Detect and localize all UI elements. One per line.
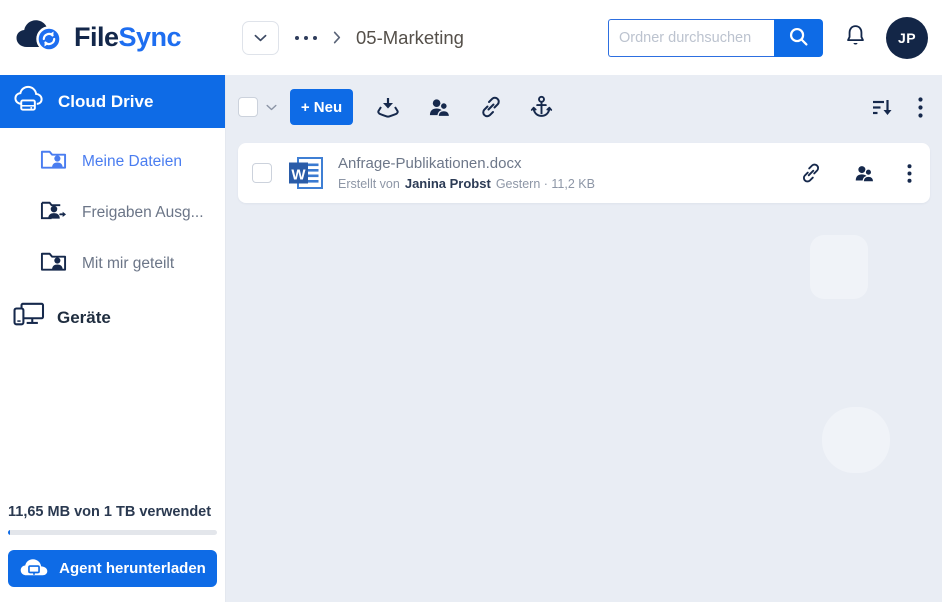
search-bar bbox=[608, 18, 823, 57]
content-area: Cloud Drive Meine Dateien Freigaben Ausg… bbox=[0, 75, 942, 602]
main-panel: + Neu W Anfrage-Publikationen.docx Erste… bbox=[226, 75, 942, 602]
sidebar-item-shared-with-me[interactable]: Mit mir geteilt bbox=[0, 238, 225, 289]
search-icon bbox=[788, 26, 809, 50]
created-by-label: Erstellt von bbox=[338, 177, 400, 191]
sidebar-item-my-files[interactable]: Meine Dateien bbox=[0, 136, 225, 187]
avatar-initials: JP bbox=[897, 29, 917, 46]
search-input[interactable] bbox=[608, 18, 774, 57]
folder-dropdown-button[interactable] bbox=[242, 20, 279, 55]
svg-text:W: W bbox=[291, 167, 306, 184]
sidebar-item-label: Meine Dateien bbox=[82, 152, 182, 170]
file-info: Anfrage-Publikationen.docx Erstellt von … bbox=[338, 155, 595, 191]
toolbar: + Neu bbox=[238, 88, 930, 126]
sidebar-item-label: Geräte bbox=[57, 307, 111, 327]
new-button[interactable]: + Neu bbox=[290, 89, 353, 125]
toolbar-actions bbox=[376, 95, 553, 119]
kebab-icon[interactable] bbox=[907, 163, 912, 183]
chevron-right-icon bbox=[333, 31, 341, 44]
folder-user-icon bbox=[40, 147, 67, 176]
chevron-down-icon bbox=[254, 29, 267, 47]
share-users-icon[interactable] bbox=[427, 96, 452, 119]
cloud-drive-icon bbox=[13, 84, 46, 119]
user-avatar[interactable]: JP bbox=[886, 16, 928, 59]
sidebar-item-label: Cloud Drive bbox=[58, 91, 154, 111]
app-logo[interactable]: FileSync bbox=[0, 16, 226, 59]
sidebar: Cloud Drive Meine Dateien Freigaben Ausg… bbox=[0, 75, 226, 602]
sidebar-footer: 11,65 MB von 1 TB verwendet Agent herunt… bbox=[0, 504, 225, 602]
file-checkbox[interactable] bbox=[252, 163, 272, 183]
background-watermark bbox=[822, 407, 890, 473]
anchor-icon[interactable] bbox=[530, 95, 553, 119]
file-row[interactable]: W Anfrage-Publikationen.docx Erstellt vo… bbox=[238, 143, 930, 203]
download-agent-button[interactable]: Agent herunterladen bbox=[8, 550, 217, 587]
select-all-checkbox[interactable] bbox=[238, 97, 258, 117]
app-title-part2: Sync bbox=[118, 22, 182, 52]
kebab-icon[interactable] bbox=[918, 96, 923, 118]
sidebar-item-shared-outgoing[interactable]: Freigaben Ausg... bbox=[0, 187, 225, 238]
background-watermark bbox=[810, 235, 868, 299]
current-folder-name: 05-Marketing bbox=[356, 26, 464, 48]
notifications-button[interactable] bbox=[844, 23, 867, 53]
sidebar-item-label: Freigaben Ausg... bbox=[82, 203, 204, 221]
app-title-part1: File bbox=[74, 22, 119, 52]
app-title: FileSync bbox=[74, 22, 182, 53]
file-meta: Erstellt von Janina Probst Gestern · 11,… bbox=[338, 176, 595, 191]
word-file-icon: W bbox=[287, 156, 324, 190]
link-icon[interactable] bbox=[800, 162, 822, 184]
file-name: Anfrage-Publikationen.docx bbox=[338, 155, 522, 172]
bell-icon bbox=[844, 23, 867, 53]
sidebar-item-label: Mit mir geteilt bbox=[82, 254, 175, 272]
breadcrumb: 05-Marketing bbox=[242, 20, 464, 55]
search-button[interactable] bbox=[774, 18, 823, 57]
top-bar: FileSync 05-Marketing JP bbox=[0, 0, 942, 75]
folder-user-icon bbox=[40, 249, 67, 278]
download-icon[interactable] bbox=[376, 96, 400, 119]
folder-user-arrow-icon bbox=[40, 198, 67, 227]
filesync-logo-icon bbox=[14, 16, 66, 59]
sidebar-nav: Meine Dateien Freigaben Ausg... Mit mir … bbox=[0, 128, 225, 289]
devices-icon bbox=[12, 301, 46, 334]
storage-progress-bar bbox=[8, 530, 217, 535]
file-date-size: Gestern · 11,2 KB bbox=[495, 177, 595, 191]
creator-name: Janina Probst bbox=[404, 176, 491, 191]
breadcrumb-ellipsis-icon[interactable] bbox=[294, 35, 318, 41]
file-actions bbox=[800, 162, 916, 184]
storage-usage-text: 11,65 MB von 1 TB verwendet bbox=[8, 504, 212, 520]
agent-cloud-icon bbox=[19, 556, 49, 582]
storage-progress-fill bbox=[8, 530, 10, 535]
share-users-icon[interactable] bbox=[853, 163, 876, 184]
download-agent-label: Agent herunterladen bbox=[59, 560, 206, 577]
toolbar-view-controls bbox=[871, 96, 930, 118]
link-icon[interactable] bbox=[479, 95, 503, 119]
sidebar-item-cloud-drive[interactable]: Cloud Drive bbox=[0, 75, 225, 128]
sort-desc-icon[interactable] bbox=[871, 97, 895, 118]
selection-dropdown-chevron-icon[interactable] bbox=[266, 104, 277, 111]
sidebar-item-devices[interactable]: Geräte bbox=[0, 301, 225, 334]
